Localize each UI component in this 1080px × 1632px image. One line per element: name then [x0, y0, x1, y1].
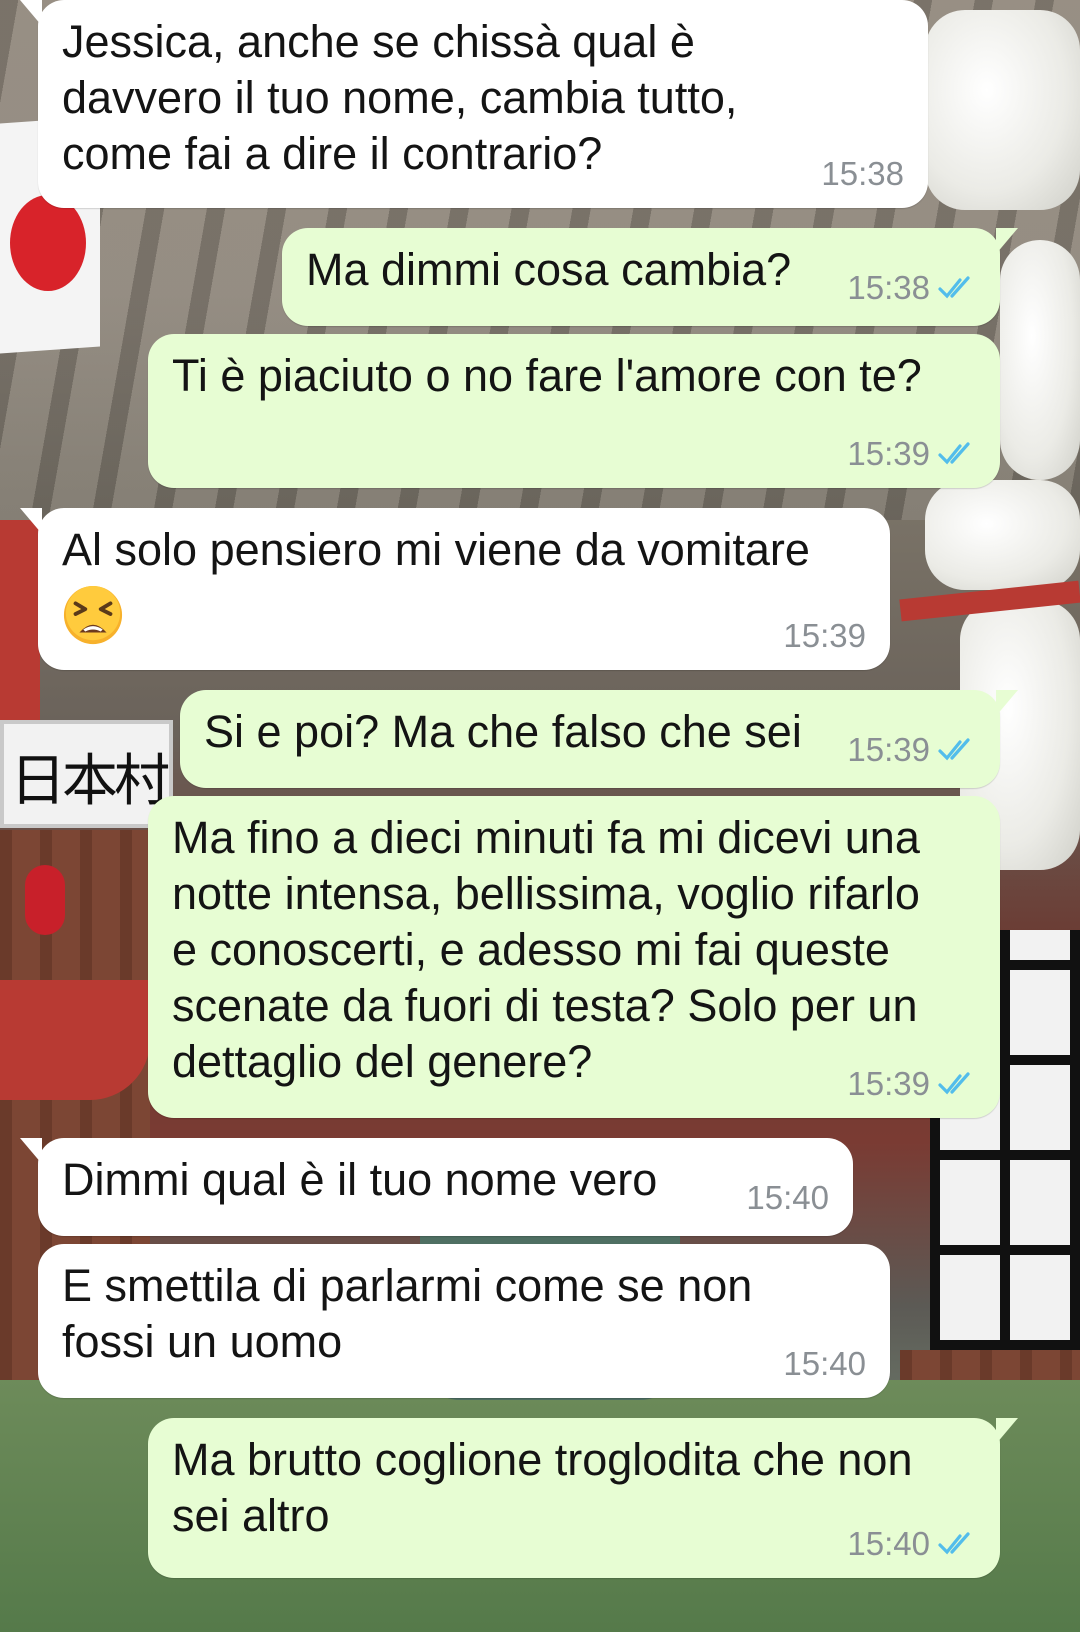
- message-incoming[interactable]: Al solo pensiero mi viene da vomitare 15…: [20, 508, 890, 670]
- message-outgoing[interactable]: Ma brutto coglione troglodita che non se…: [148, 1418, 1018, 1578]
- message-timestamp: 15:38: [847, 269, 930, 306]
- read-receipt-icon: [938, 276, 970, 299]
- message-incoming[interactable]: Dimmi qual è il tuo nome vero 15:40: [20, 1138, 853, 1236]
- message-text: Ma fino a dieci minuti fa mi dicevi una …: [172, 812, 920, 1087]
- read-receipt-icon: [938, 1072, 970, 1095]
- message-timestamp: 15:38: [821, 155, 904, 192]
- chat-message-list[interactable]: Jessica, anche se chissà qual è davvero …: [0, 0, 1080, 1632]
- message-incoming[interactable]: E smettila di parlarmi come se non fossi…: [38, 1244, 890, 1398]
- message-meta: 15:40: [746, 1178, 829, 1218]
- message-meta: 15:40: [847, 1524, 976, 1564]
- message-timestamp: 15:40: [847, 1525, 930, 1562]
- message-timestamp: 15:40: [746, 1179, 829, 1216]
- message-meta: 15:39: [783, 616, 866, 656]
- read-receipt-icon: [938, 738, 970, 761]
- message-text: Al solo pensiero mi viene da vomitare: [62, 524, 810, 575]
- message-meta: 15:40: [783, 1344, 866, 1384]
- read-receipt-icon: [938, 442, 970, 465]
- message-outgoing[interactable]: Si e poi? Ma che falso che sei 15:39: [180, 690, 1018, 788]
- message-outgoing[interactable]: Ma fino a dieci minuti fa mi dicevi una …: [148, 796, 1000, 1118]
- message-timestamp: 15:39: [783, 617, 866, 654]
- message-meta: 15:38: [847, 268, 976, 308]
- message-meta: 15:39: [847, 1064, 976, 1104]
- message-text: Dimmi qual è il tuo nome vero: [62, 1154, 658, 1205]
- message-meta: 15:39: [847, 434, 976, 474]
- message-text: Jessica, anche se chissà qual è davvero …: [62, 16, 738, 179]
- message-timestamp: 15:39: [847, 1065, 930, 1102]
- message-timestamp: 15:40: [783, 1345, 866, 1382]
- read-receipt-icon: [938, 1532, 970, 1555]
- message-incoming[interactable]: Jessica, anche se chissà qual è davvero …: [20, 0, 928, 208]
- message-meta: 15:38: [821, 154, 904, 194]
- tired-face-emoji-icon: [63, 585, 123, 645]
- message-timestamp: 15:39: [847, 435, 930, 472]
- message-text: E smettila di parlarmi come se non fossi…: [62, 1260, 753, 1367]
- message-meta: 15:39: [847, 730, 976, 770]
- message-outgoing[interactable]: Ma dimmi cosa cambia? 15:38: [282, 228, 1018, 326]
- message-timestamp: 15:39: [847, 731, 930, 768]
- message-text: Ti è piaciuto o no fare l'amore con te?: [172, 350, 922, 401]
- message-outgoing[interactable]: Ti è piaciuto o no fare l'amore con te? …: [148, 334, 1000, 488]
